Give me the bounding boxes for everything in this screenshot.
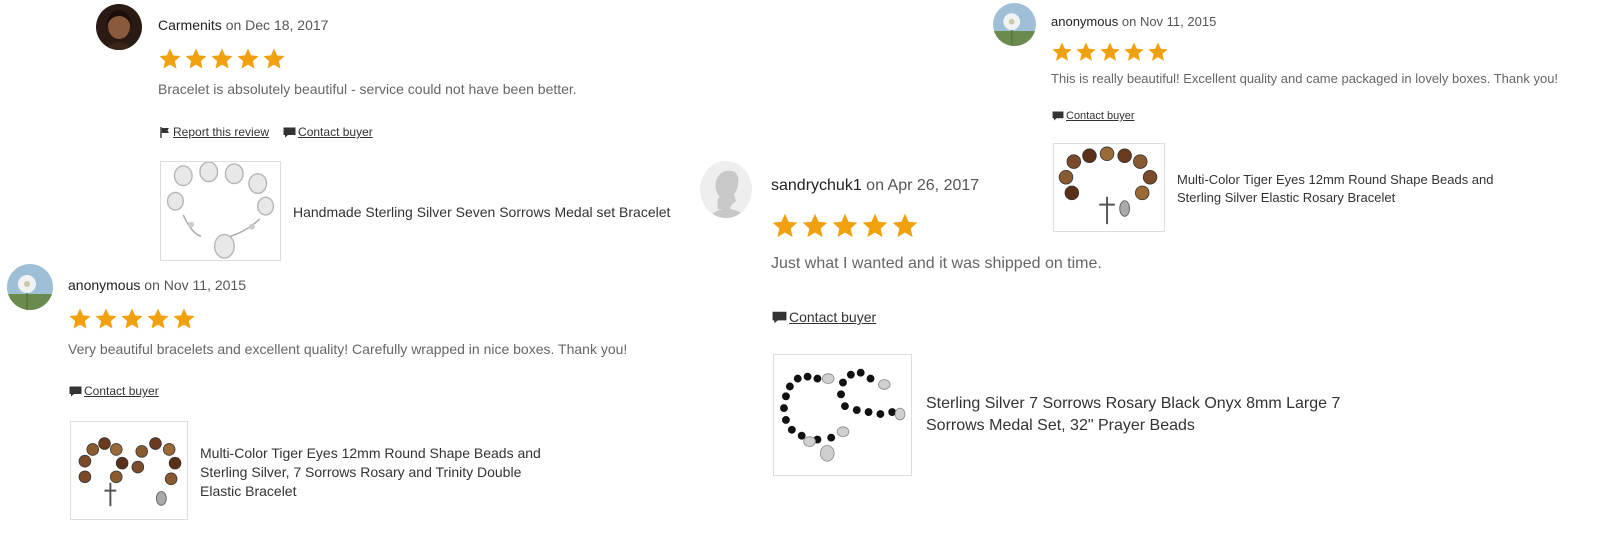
star-icon bbox=[1148, 42, 1168, 61]
item-title[interactable]: Sterling Silver 7 Sorrows Rosary Black O… bbox=[926, 393, 1346, 436]
contact-buyer-label: Contact buyer bbox=[789, 309, 877, 325]
contact-buyer-label: Contact buyer bbox=[298, 125, 373, 139]
review-date: Nov 11, 2015 bbox=[163, 277, 246, 293]
item-thumbnail[interactable] bbox=[1053, 143, 1165, 232]
message-icon bbox=[283, 127, 296, 137]
item-thumbnail[interactable] bbox=[70, 421, 188, 520]
item-title[interactable]: Handmade Sterling Silver Seven Sorrows M… bbox=[293, 203, 670, 222]
contact-buyer-label: Contact buyer bbox=[1066, 110, 1135, 122]
review-date: Apr 26, 2017 bbox=[887, 177, 980, 194]
star-icon bbox=[159, 48, 181, 69]
review-date: Dec 18, 2017 bbox=[245, 17, 329, 33]
star-icon bbox=[1124, 42, 1144, 61]
contact-buyer-link[interactable]: Contact buyer bbox=[69, 384, 159, 398]
review-meta: sandrychuk1 on Apr 26, 2017 bbox=[771, 177, 979, 195]
reviewer-name[interactable]: Carmenits bbox=[158, 17, 222, 33]
review-actions: Report this review Contact buyer bbox=[160, 125, 373, 139]
star-icon bbox=[892, 213, 918, 238]
star-rating bbox=[771, 212, 919, 240]
review-text: Just what I wanted and it was shipped on… bbox=[771, 255, 1102, 272]
star-icon bbox=[1052, 42, 1072, 61]
contact-buyer-link[interactable]: Contact buyer bbox=[1052, 110, 1134, 122]
contact-buyer-link[interactable]: Contact buyer bbox=[772, 309, 876, 325]
message-icon bbox=[1052, 111, 1064, 121]
reviewer-avatar[interactable] bbox=[7, 264, 53, 310]
review-text: Very beautiful bracelets and excellent q… bbox=[68, 341, 628, 357]
contact-buyer-link[interactable]: Contact buyer bbox=[283, 125, 373, 139]
reviewer-name[interactable]: sandrychuk1 bbox=[771, 177, 862, 194]
message-icon bbox=[69, 386, 82, 396]
review-meta: anonymous on Nov 11, 2015 bbox=[68, 277, 246, 293]
star-icon bbox=[121, 308, 143, 329]
report-review-label: Report this review bbox=[173, 125, 270, 139]
star-rating bbox=[158, 47, 286, 71]
review-actions: Contact buyer bbox=[69, 384, 159, 398]
date-prefix: on bbox=[866, 177, 884, 194]
review-meta: Carmenits on Dec 18, 2017 bbox=[158, 17, 328, 33]
star-icon bbox=[95, 308, 117, 329]
date-prefix: on bbox=[144, 277, 160, 293]
star-rating bbox=[1051, 41, 1169, 63]
star-icon bbox=[69, 308, 91, 329]
date-prefix: on bbox=[1121, 14, 1137, 29]
reviewer-avatar[interactable] bbox=[700, 161, 752, 218]
reviewer-name[interactable]: anonymous bbox=[1051, 14, 1118, 29]
star-icon bbox=[862, 213, 888, 238]
report-review-link[interactable]: Report this review bbox=[160, 125, 269, 139]
star-icon bbox=[802, 213, 828, 238]
star-icon bbox=[147, 308, 169, 329]
star-icon bbox=[185, 48, 207, 69]
review-date: Nov 11, 2015 bbox=[1139, 14, 1217, 29]
flag-icon bbox=[160, 126, 169, 138]
review-text: Bracelet is absolutely beautiful - servi… bbox=[158, 81, 577, 97]
item-thumbnail[interactable] bbox=[773, 354, 912, 476]
reviewer-avatar[interactable] bbox=[993, 3, 1036, 46]
review-actions: Contact buyer bbox=[772, 309, 876, 325]
review-meta: anonymous on Nov 11, 2015 bbox=[1051, 14, 1216, 29]
star-icon bbox=[211, 48, 233, 69]
star-icon bbox=[237, 48, 259, 69]
contact-buyer-label: Contact buyer bbox=[84, 384, 159, 398]
star-icon bbox=[263, 48, 285, 69]
item-title[interactable]: Multi-Color Tiger Eyes 12mm Round Shape … bbox=[200, 444, 545, 501]
item-title[interactable]: Multi-Color Tiger Eyes 12mm Round Shape … bbox=[1177, 171, 1517, 206]
date-prefix: on bbox=[225, 17, 242, 33]
message-icon bbox=[772, 311, 787, 323]
star-icon bbox=[1076, 42, 1096, 61]
star-icon bbox=[832, 213, 858, 238]
star-icon bbox=[1100, 42, 1120, 61]
review-text: This is really beautiful! Excellent qual… bbox=[1051, 71, 1559, 86]
reviewer-avatar[interactable] bbox=[96, 4, 142, 50]
star-icon bbox=[173, 308, 195, 329]
review-actions: Contact buyer bbox=[1052, 110, 1134, 122]
reviewer-name[interactable]: anonymous bbox=[68, 277, 140, 293]
item-thumbnail[interactable] bbox=[160, 161, 281, 261]
star-rating bbox=[68, 307, 196, 331]
star-icon bbox=[772, 213, 798, 238]
